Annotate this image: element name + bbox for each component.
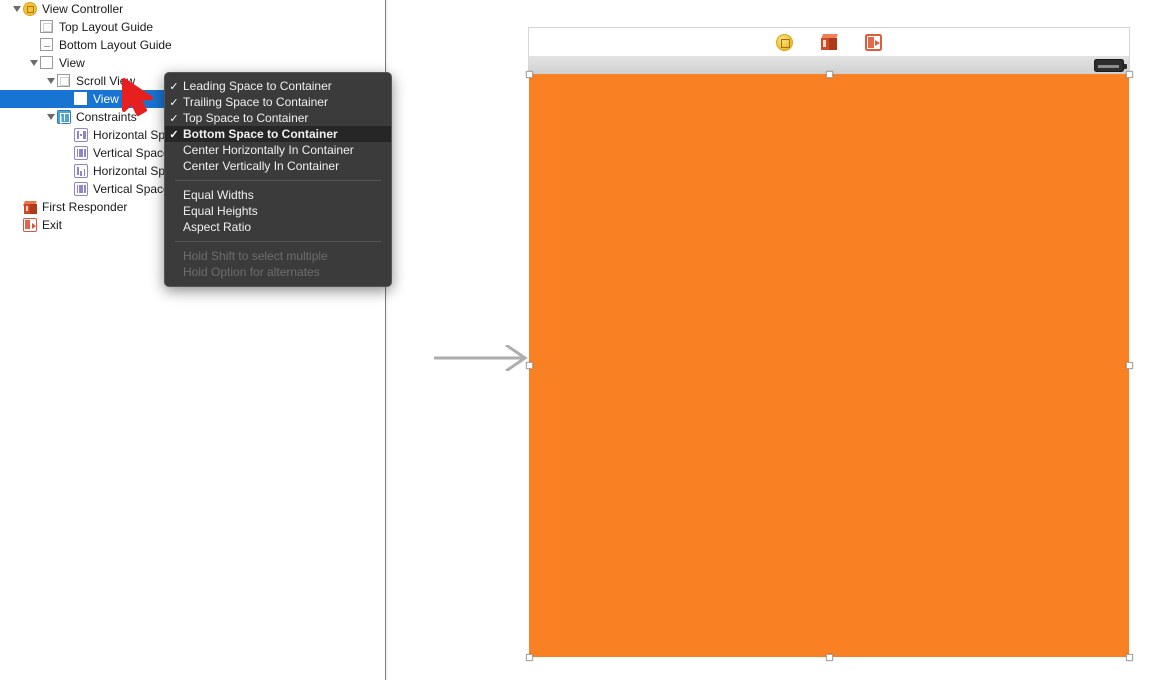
menu-item-label: Center Vertically In Container <box>183 159 339 173</box>
menu-item-leading-space-to-container[interactable]: ✓Leading Space to Container <box>165 78 391 94</box>
menu-item-hold-option-for-alternates: Hold Option for alternates <box>165 264 391 280</box>
outline-row-label: First Responder <box>42 200 127 214</box>
first-responder-icon <box>23 200 37 214</box>
outline-row-label: Vertical Space <box>93 146 170 160</box>
outline-row-bottom-layout-guide[interactable]: Bottom Layout Guide <box>0 36 385 54</box>
menu-item-label: Trailing Space to Container <box>183 95 328 109</box>
menu-item-center-horizontally-in-container[interactable]: Center Horizontally In Container <box>165 142 391 158</box>
handle-bottom-center[interactable] <box>826 654 833 661</box>
menu-item-label: Equal Widths <box>183 188 254 202</box>
menu-item-bottom-space-to-container[interactable]: ✓Bottom Space to Container <box>165 126 391 142</box>
handle-bottom-right[interactable] <box>1126 654 1133 661</box>
checkmark-icon: ✓ <box>165 128 183 141</box>
menu-separator <box>175 180 381 181</box>
exit-icon <box>865 34 882 51</box>
bottom-layout-guide-icon <box>40 38 54 52</box>
outline-row-label: View <box>59 56 85 70</box>
outline-row-label: View <box>93 92 119 106</box>
disclosure-triangle-icon[interactable] <box>44 78 57 84</box>
outline-row-label: Horizontal Spa <box>93 128 172 142</box>
outline-row-label: Exit <box>42 218 62 232</box>
handle-top-center[interactable] <box>826 71 833 78</box>
disclosure-triangle-icon[interactable] <box>10 6 23 12</box>
disclosure-triangle-icon[interactable] <box>44 114 57 120</box>
menu-item-center-vertically-in-container[interactable]: Center Vertically In Container <box>165 158 391 174</box>
first-responder-icon <box>820 33 838 51</box>
outline-row-label: Vertical Space <box>93 182 170 196</box>
disclosure-triangle-icon[interactable] <box>27 60 40 66</box>
first-responder-dock-icon[interactable] <box>820 33 838 51</box>
horizontal-space-constraint-icon <box>74 128 88 142</box>
constraint-popup-menu[interactable]: ✓Leading Space to Container✓Trailing Spa… <box>164 72 392 287</box>
exit-dock-icon[interactable] <box>865 34 882 51</box>
scroll-view-content-view[interactable] <box>529 74 1129 657</box>
red-pointer-cursor <box>118 76 170 118</box>
menu-item-label: Leading Space to Container <box>183 79 332 93</box>
vertical-space-constraint-icon <box>74 182 88 196</box>
battery-icon <box>1094 59 1124 72</box>
outline-row-view[interactable]: View <box>0 54 385 72</box>
handle-top-right[interactable] <box>1126 71 1133 78</box>
view-icon <box>74 92 88 106</box>
menu-item-label: Hold Shift to select multiple <box>183 249 328 263</box>
outline-row-label: Horizontal Spa <box>93 164 172 178</box>
view-controller-icon <box>776 34 793 51</box>
outline-row-label: Bottom Layout Guide <box>59 38 172 52</box>
outline-row-label: View Controller <box>42 2 123 16</box>
menu-item-equal-heights[interactable]: Equal Heights <box>165 203 391 219</box>
handle-bottom-left[interactable] <box>526 654 533 661</box>
scene-dock-bar[interactable] <box>528 27 1130 56</box>
vertical-space-constraint-icon <box>74 146 88 160</box>
interface-builder-canvas[interactable] <box>389 0 1150 680</box>
menu-item-label: Center Horizontally In Container <box>183 143 354 157</box>
menu-item-label: Top Space to Container <box>183 111 308 125</box>
top-layout-guide-icon <box>40 20 54 34</box>
menu-item-trailing-space-to-container[interactable]: ✓Trailing Space to Container <box>165 94 391 110</box>
menu-item-label: Aspect Ratio <box>183 220 251 234</box>
scroll-view-icon <box>57 74 71 88</box>
view-icon <box>40 56 54 70</box>
outline-row-top-layout-guide[interactable]: Top Layout Guide <box>0 18 385 36</box>
constraints-folder-icon <box>57 110 71 124</box>
outline-row-view-controller[interactable]: View Controller <box>0 0 385 18</box>
menu-item-top-space-to-container[interactable]: ✓Top Space to Container <box>165 110 391 126</box>
menu-separator <box>175 241 381 242</box>
view-controller-dock-icon[interactable] <box>776 34 793 51</box>
gray-pointing-arrow <box>434 345 530 371</box>
device-scene-frame <box>528 27 1130 660</box>
view-controller-icon <box>23 2 37 16</box>
menu-item-aspect-ratio[interactable]: Aspect Ratio <box>165 219 391 235</box>
outline-row-label: Top Layout Guide <box>59 20 153 34</box>
horizontal-space-constraint-icon-alt <box>74 164 88 178</box>
menu-item-label: Equal Heights <box>183 204 258 218</box>
menu-item-hold-shift-to-select-multiple: Hold Shift to select multiple <box>165 248 391 264</box>
menu-item-equal-widths[interactable]: Equal Widths <box>165 187 391 203</box>
menu-item-label: Hold Option for alternates <box>183 265 320 279</box>
handle-middle-right[interactable] <box>1126 362 1133 369</box>
menu-item-label: Bottom Space to Container <box>183 127 338 141</box>
exit-icon <box>23 218 37 232</box>
xcode-interface-builder-window: View Controller Top Layout Guide Bottom La… <box>0 0 1150 680</box>
handle-top-left[interactable] <box>526 71 533 78</box>
